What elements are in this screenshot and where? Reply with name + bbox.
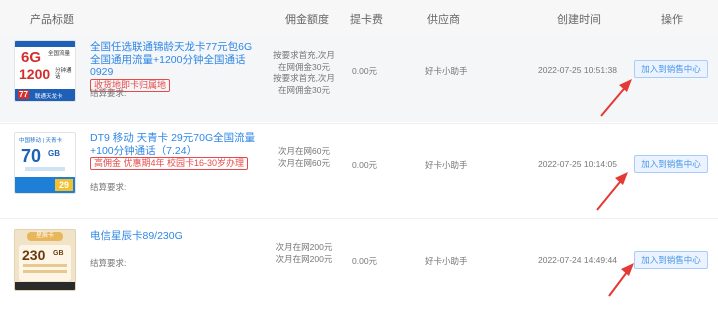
settlement-requirement: 结算要求: [90,258,127,268]
supplier-name: 好卡小助手 [425,160,468,170]
product-thumbnail: 中国移动 | 天青卡 70 GB 29 [14,132,76,194]
withdraw-fee: 0.00元 [352,160,378,170]
col-withdraw-fee: 提卡费 [350,14,383,26]
col-product-title: 产品标题 [30,14,74,26]
commission-text: 按要求首充,次月 在网佣金30元 按要求首充,次月 在网佣金30元 [273,50,335,95]
supplier-name: 好卡小助手 [425,256,468,266]
add-to-sales-center-button[interactable]: 加入到销售中心 [634,155,708,173]
product-title-link[interactable]: 电信星辰卡89/230G [90,230,262,243]
supplier-name: 好卡小助手 [425,66,468,76]
col-supplier: 供应商 [427,14,460,26]
settlement-requirement: 结算要求: [90,182,127,192]
created-time: 2022-07-25 10:51:38 [538,65,617,75]
table-row: 6G 全国流量 1200 分钟通话 77 联通天龙卡 全国任选联通锦龄天龙卡77… [0,34,718,122]
created-time: 2022-07-25 10:14:05 [538,159,617,169]
col-created-time: 创建时间 [557,14,601,26]
col-commission: 佣金额度 [285,14,329,26]
table-header: 产品标题 佣金额度 提卡费 供应商 创建时间 操作 [0,0,718,35]
col-action: 操作 [661,14,683,26]
created-time: 2022-07-24 14:49:44 [538,255,617,265]
add-to-sales-center-button[interactable]: 加入到销售中心 [634,60,708,78]
product-title-link[interactable]: 全国任选联通锦龄天龙卡77元包6G全国通用流量+1200分钟全国通话0929 收… [90,41,262,92]
settlement-requirement: 结算要求: [90,88,127,98]
withdraw-fee: 0.00元 [352,256,378,266]
add-to-sales-center-button[interactable]: 加入到销售中心 [634,251,708,269]
table-row: 中国移动 | 天青卡 70 GB 29 DT9 移动 天青卡 29元70G全国流… [0,123,718,218]
table-row: 星辰卡 230 GB 电信星辰卡89/230G 结算要求: 次月在网200元 次… [0,218,718,315]
product-thumbnail: 6G 全国流量 1200 分钟通话 77 联通天龙卡 [14,40,76,102]
withdraw-fee: 0.00元 [352,66,378,76]
commission-text: 次月在网60元 次月在网60元 [278,146,330,168]
commission-text: 次月在网200元 次月在网200元 [275,242,333,264]
product-title-link[interactable]: DT9 移动 天青卡 29元70G全国流量+100分钟通话（7.24） 高佣金 … [90,132,262,170]
product-tag: 高佣金 优惠期4年 校园卡16-30岁办理 [90,157,249,170]
product-thumbnail: 星辰卡 230 GB [14,229,76,291]
